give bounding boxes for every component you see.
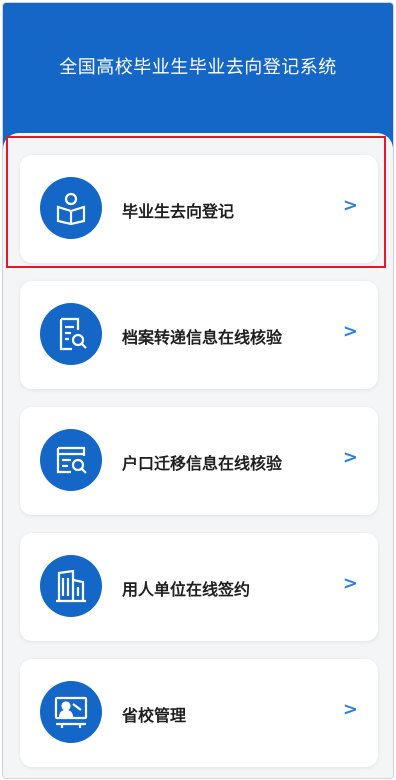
document-search-icon xyxy=(40,303,102,365)
register-search-icon xyxy=(40,429,102,491)
menu-panel: 毕业生去向登记 > 档案转递信息在线核验 > 户口迁移信息在线核验 > 用人单位… xyxy=(3,133,393,778)
menu-item-label: 档案转递信息在线核验 xyxy=(122,328,283,347)
menu-item-archive-verification[interactable]: 档案转递信息在线核验 > xyxy=(20,281,378,389)
menu-item-employer-signing[interactable]: 用人单位在线签约 > xyxy=(20,533,378,641)
building-icon xyxy=(40,555,102,617)
menu-item-province-school-management[interactable]: 省校管理 > xyxy=(20,659,378,767)
menu-item-label: 用人单位在线签约 xyxy=(122,580,251,599)
menu-item-label: 毕业生去向登记 xyxy=(122,202,235,221)
chevron-right-icon: > xyxy=(342,195,358,216)
chevron-right-icon: > xyxy=(342,699,358,720)
menu-item-graduate-registration[interactable]: 毕业生去向登记 > xyxy=(20,155,378,263)
page-title: 全国高校毕业生毕业去向登记系统 xyxy=(59,57,337,78)
chevron-right-icon: > xyxy=(342,573,358,594)
menu-item-household-verification[interactable]: 户口迁移信息在线核验 > xyxy=(20,407,378,515)
chevron-right-icon: > xyxy=(342,321,358,342)
menu-item-label: 省校管理 xyxy=(122,706,187,725)
student-reading-icon xyxy=(40,177,102,239)
teacher-board-icon xyxy=(40,681,102,743)
chevron-right-icon: > xyxy=(342,447,358,468)
menu-item-label: 户口迁移信息在线核验 xyxy=(122,454,283,473)
app-screen: 全国高校毕业生毕业去向登记系统 毕业生去向登记 > 档案转递信息在线核验 > 户… xyxy=(2,2,394,779)
